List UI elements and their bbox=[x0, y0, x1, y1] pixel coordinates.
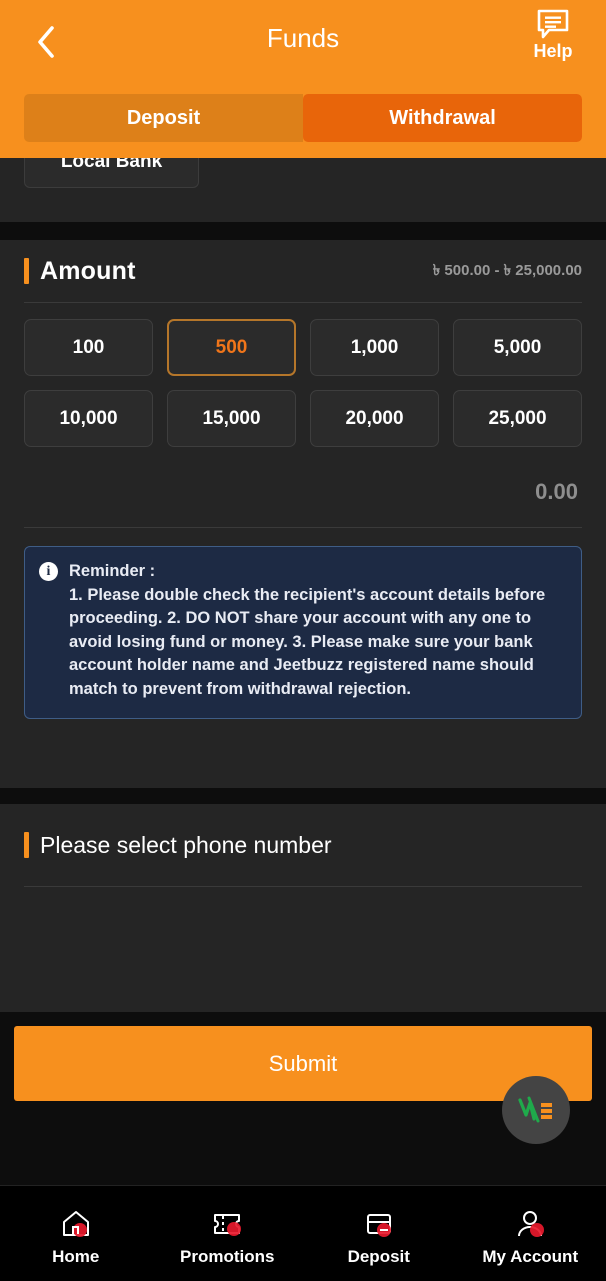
amount-chip-label: 1,000 bbox=[350, 336, 399, 358]
amount-chip-label: 100 bbox=[72, 336, 105, 358]
reminder-title: Reminder : bbox=[69, 562, 156, 580]
amount-panel: Amount ৳ 500.00 - ৳ 25,000.00 100 500 1,… bbox=[0, 240, 606, 788]
panel-gap-2 bbox=[0, 788, 606, 804]
amount-chip-label: 10,000 bbox=[59, 407, 118, 429]
amount-title: Amount bbox=[40, 256, 136, 285]
funds-withdrawal-screen: Local Bank Amount ৳ 500.00 - ৳ 25,000.00… bbox=[0, 0, 606, 1281]
nav-label-home: Home bbox=[52, 1246, 100, 1266]
phone-list-empty bbox=[0, 887, 606, 1007]
amount-input-value[interactable]: 0.00 bbox=[24, 479, 578, 505]
nav-label-deposit: Deposit bbox=[347, 1246, 410, 1266]
submit-button[interactable]: Submit bbox=[14, 1026, 592, 1101]
phone-title: Please select phone number bbox=[40, 831, 332, 858]
amount-chip[interactable]: 1,000 bbox=[310, 319, 439, 376]
amount-chip-grid: 100 500 1,000 5,000 10,000 15,000 20,000… bbox=[0, 303, 606, 447]
reminder-box: i Reminder :1. Please double check the r… bbox=[24, 546, 582, 719]
funds-tabs: Deposit Withdrawal bbox=[24, 94, 582, 142]
jeetbuzz-logo-badge[interactable] bbox=[502, 1076, 570, 1144]
amount-chip-selected[interactable]: 500 bbox=[167, 319, 296, 376]
amount-chip[interactable]: 5,000 bbox=[453, 319, 582, 376]
amount-chip-label: 25,000 bbox=[488, 407, 547, 429]
amount-chip[interactable]: 25,000 bbox=[453, 390, 582, 447]
nav-item-my-account[interactable]: My Account bbox=[455, 1186, 606, 1281]
tab-withdrawal-label: Withdrawal bbox=[389, 106, 496, 129]
amount-chip[interactable]: 20,000 bbox=[310, 390, 439, 447]
amount-range: ৳ 500.00 - ৳ 25,000.00 bbox=[432, 261, 582, 279]
card-icon bbox=[362, 1207, 396, 1241]
nav-item-promotions[interactable]: Promotions bbox=[152, 1186, 304, 1281]
amount-section-header: Amount ৳ 500.00 - ৳ 25,000.00 bbox=[24, 240, 582, 302]
panel-gap-1 bbox=[0, 222, 606, 240]
nav-item-deposit[interactable]: Deposit bbox=[303, 1186, 455, 1281]
jeetbuzz-logo-icon bbox=[518, 1096, 552, 1123]
speech-bubble-icon bbox=[537, 9, 569, 39]
tab-deposit[interactable]: Deposit bbox=[24, 94, 303, 142]
accent-bar-icon bbox=[24, 258, 29, 284]
app-header: Funds Help Deposit Withdrawal bbox=[0, 0, 606, 158]
tab-deposit-label: Deposit bbox=[126, 106, 201, 129]
help-label: Help bbox=[533, 41, 573, 61]
reminder-text: Reminder :1. Please double check the rec… bbox=[69, 560, 567, 702]
amount-chip-label: 20,000 bbox=[345, 407, 404, 429]
amount-chip[interactable]: 15,000 bbox=[167, 390, 296, 447]
amount-chip-label: 500 bbox=[215, 336, 248, 358]
amount-chip-label: 5,000 bbox=[493, 336, 542, 358]
accent-bar-icon bbox=[24, 832, 29, 858]
amount-chip[interactable]: 10,000 bbox=[24, 390, 153, 447]
scroll-content[interactable]: Local Bank Amount ৳ 500.00 - ৳ 25,000.00… bbox=[0, 0, 606, 1185]
ticket-icon bbox=[210, 1207, 244, 1241]
amount-chip-label: 15,000 bbox=[202, 407, 261, 429]
nav-label-my-account: My Account bbox=[482, 1246, 579, 1266]
home-icon bbox=[59, 1207, 93, 1241]
amount-chip[interactable]: 100 bbox=[24, 319, 153, 376]
tab-withdrawal[interactable]: Withdrawal bbox=[303, 94, 582, 142]
info-icon: i bbox=[39, 562, 58, 581]
bottom-navigation: Home Promotions Deposit My Account bbox=[0, 1185, 606, 1281]
phone-panel: Please select phone number bbox=[0, 804, 606, 1012]
divider bbox=[24, 527, 582, 528]
nav-label-promotions: Promotions bbox=[180, 1246, 275, 1266]
phone-section-header: Please select phone number bbox=[24, 804, 582, 886]
help-button[interactable]: Help bbox=[516, 8, 590, 62]
nav-item-home[interactable]: Home bbox=[0, 1186, 152, 1281]
user-icon bbox=[513, 1207, 547, 1241]
